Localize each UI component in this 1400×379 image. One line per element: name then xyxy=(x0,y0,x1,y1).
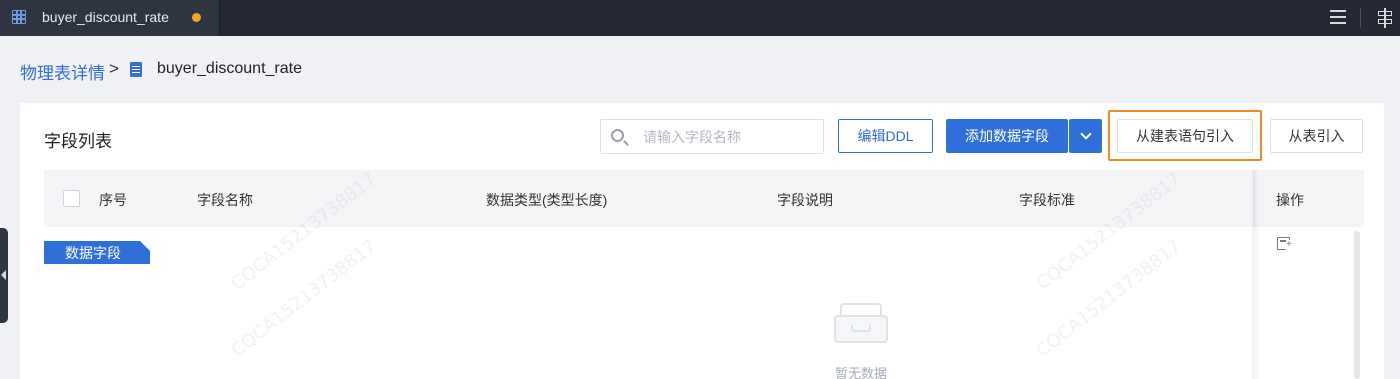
empty-box-icon xyxy=(832,301,890,345)
column-header-data-type: 数据类型(类型长度) xyxy=(486,192,608,208)
section-tag-data-fields: 数据字段 xyxy=(44,241,150,264)
top-bar: buyer_discount_rate xyxy=(0,0,1400,36)
add-field-button[interactable]: 添加数据字段 xyxy=(946,119,1068,153)
column-header-actions: 操作 xyxy=(1276,192,1304,208)
breadcrumb-current: buyer_discount_rate xyxy=(157,60,302,77)
import-from-table-button[interactable]: 从表引入 xyxy=(1270,119,1363,153)
search-box xyxy=(600,119,824,154)
side-panel-toggle-handle[interactable] xyxy=(0,228,8,323)
panel-title: 字段列表 xyxy=(44,132,112,151)
breadcrumb-separator: > xyxy=(109,59,119,78)
column-header-index: 序号 xyxy=(99,192,127,208)
unsaved-dot-icon xyxy=(192,13,201,22)
search-input[interactable] xyxy=(643,126,813,148)
menu-icon[interactable] xyxy=(1330,10,1346,24)
tab-title: buyer_discount_rate xyxy=(42,9,169,25)
edit-ddl-button[interactable]: 编辑DDL xyxy=(838,119,933,153)
breadcrumb-parent-link[interactable]: 物理表详情 xyxy=(20,59,105,84)
select-all-checkbox[interactable] xyxy=(63,190,80,207)
add-field-dropdown-button[interactable] xyxy=(1069,119,1102,153)
watermark: CQCA15213738817 xyxy=(1032,235,1186,362)
column-header-description: 字段说明 xyxy=(777,192,833,208)
watermark: CQCA15213738817 xyxy=(227,235,381,362)
fixed-column-shadow xyxy=(1252,170,1260,379)
add-row-icon[interactable] xyxy=(1277,237,1292,250)
column-header-standard: 字段标准 xyxy=(1019,192,1075,208)
column-header-field-name: 字段名称 xyxy=(197,192,253,208)
search-icon xyxy=(611,129,624,142)
vertical-scrollbar[interactable] xyxy=(1354,231,1360,379)
empty-text: 暂无数据 xyxy=(834,366,887,379)
divider xyxy=(1360,8,1361,28)
table-icon xyxy=(130,62,142,77)
tab-buyer-discount-rate[interactable]: buyer_discount_rate xyxy=(0,0,220,36)
layout-icon[interactable] xyxy=(1376,8,1394,28)
table-icon xyxy=(12,10,26,24)
field-list-panel: 字段列表 编辑DDL 添加数据字段 从建表语句引入 从表引入 序号 字段名称 数… xyxy=(20,103,1384,379)
table-header: 序号 字段名称 数据类型(类型长度) 字段说明 字段标准 操作 xyxy=(44,170,1364,227)
import-from-ddl-button[interactable]: 从建表语句引入 xyxy=(1117,119,1253,153)
chevron-down-icon xyxy=(1079,128,1092,140)
